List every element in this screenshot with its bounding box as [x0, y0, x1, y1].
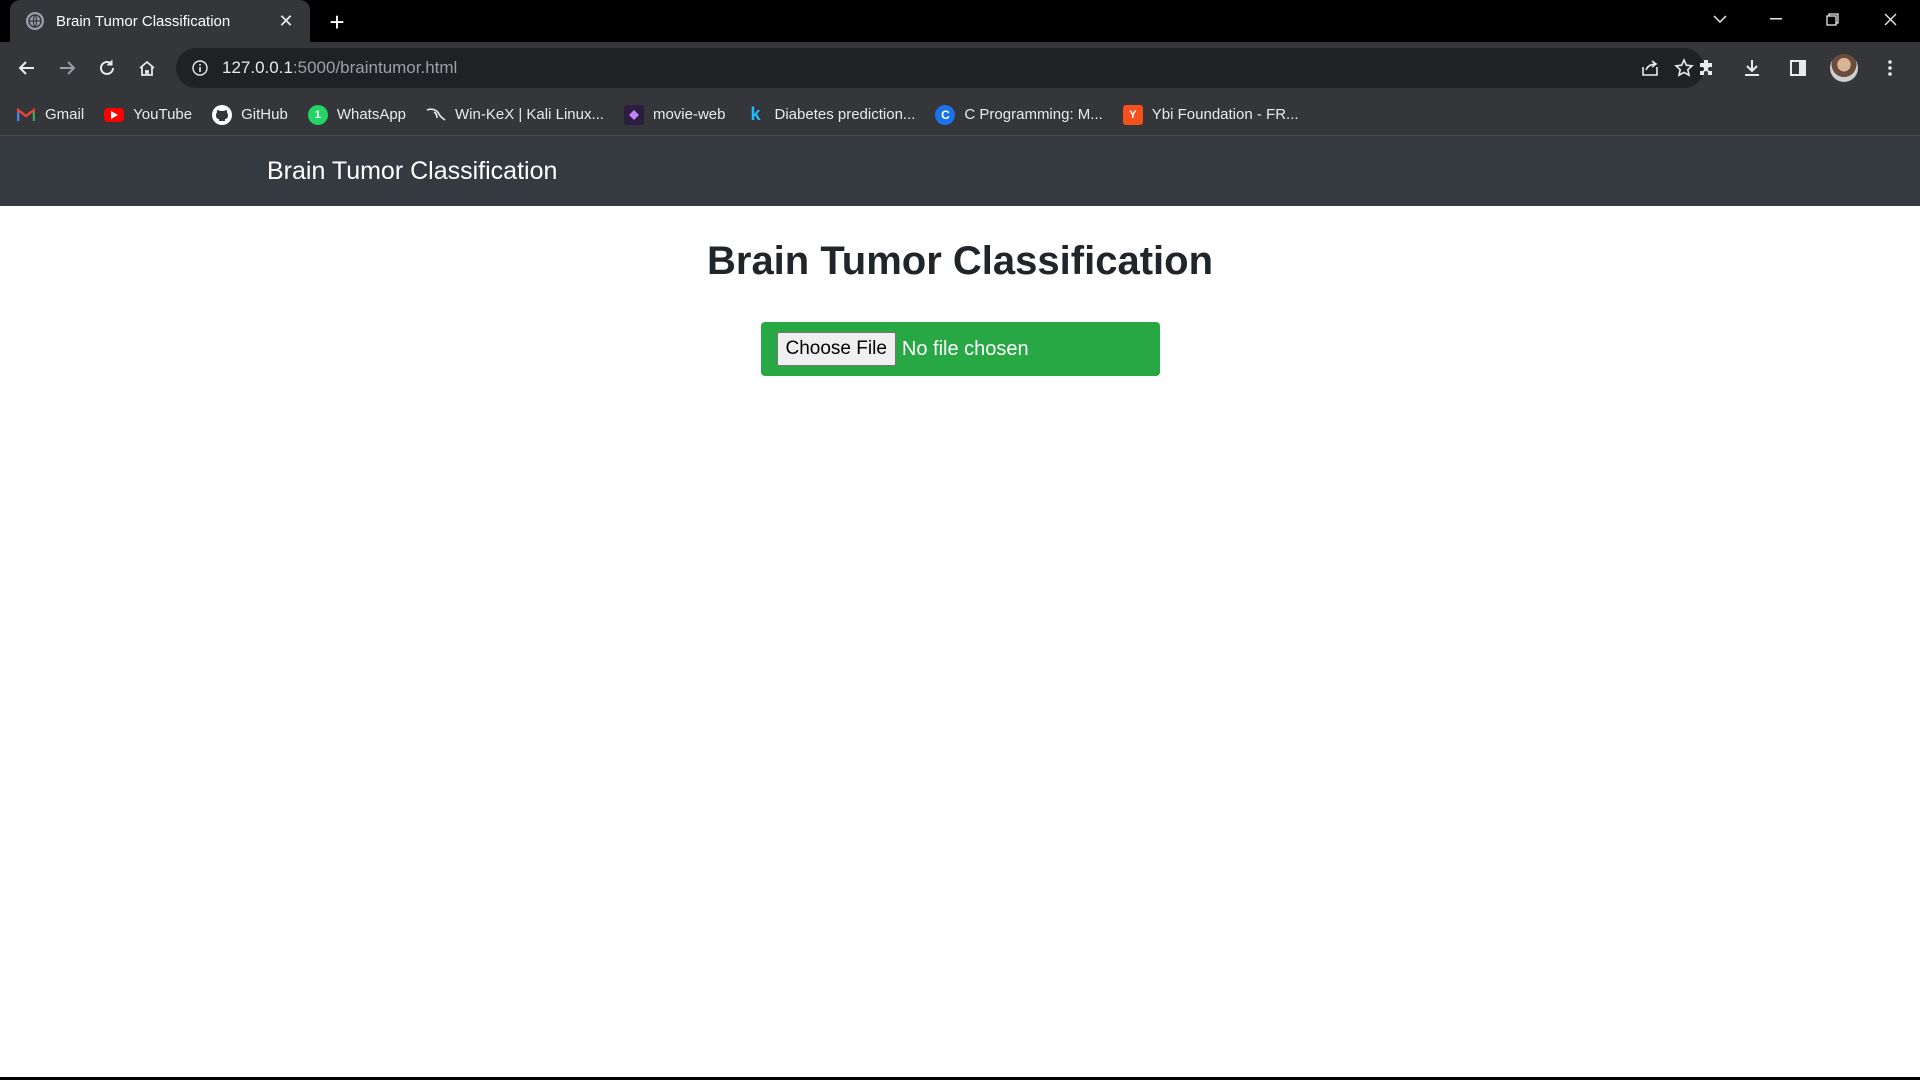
browser-chrome: Brain Tumor Classification ✕ + 127.0.0.1… — [0, 0, 1920, 136]
url-path: :5000/braintumor.html — [292, 58, 458, 77]
whatsapp-icon: 1 — [307, 104, 328, 125]
youtube-icon — [104, 107, 125, 122]
tab-title: Brain Tumor Classification — [56, 12, 231, 30]
new-tab-button[interactable]: + — [322, 7, 352, 37]
bookmark-label: Win-KeX | Kali Linux... — [455, 106, 604, 123]
browser-tab[interactable]: Brain Tumor Classification ✕ — [10, 0, 310, 42]
url-host: 127.0.0.1 — [222, 58, 293, 77]
bookmark-label: Gmail — [45, 106, 85, 123]
gmail-icon — [16, 105, 36, 125]
bookmark-movie-web[interactable]: movie-web — [623, 104, 726, 125]
browser-toolbar: 127.0.0.1:5000/braintumor.html — [0, 42, 1920, 94]
bookmark-label: WhatsApp — [336, 106, 407, 123]
file-upload-field[interactable]: Choose File No file chosen — [760, 322, 1160, 376]
reload-icon[interactable] — [87, 48, 127, 88]
more-menu-icon[interactable] — [1870, 48, 1910, 88]
share-icon[interactable] — [1640, 59, 1660, 77]
github-icon — [212, 104, 233, 125]
bookmark-label: GitHub — [241, 106, 288, 123]
bookmark-gmail[interactable]: Gmail — [16, 105, 84, 125]
bookmark-kali[interactable]: Win-KeX | Kali Linux... — [426, 105, 604, 125]
bookmark-youtube[interactable]: YouTube — [104, 106, 192, 123]
site-info-icon[interactable] — [192, 60, 208, 76]
address-bar[interactable]: 127.0.0.1:5000/braintumor.html — [176, 48, 1704, 88]
bookmark-diabetes[interactable]: k Diabetes prediction... — [746, 104, 916, 125]
c-programming-icon: C — [935, 104, 956, 125]
bookmark-label: Diabetes prediction... — [774, 106, 916, 123]
close-tab-icon[interactable]: ✕ — [274, 9, 298, 33]
forward-icon[interactable] — [47, 48, 87, 88]
bookmark-github[interactable]: GitHub — [212, 104, 288, 125]
ybi-icon: Y — [1122, 104, 1143, 125]
close-window-icon[interactable] — [1862, 0, 1918, 38]
restore-icon[interactable] — [1804, 0, 1860, 38]
back-icon[interactable] — [7, 48, 47, 88]
bookmark-ybi[interactable]: Y Ybi Foundation - FR... — [1122, 104, 1299, 125]
kaggle-icon: k — [750, 104, 761, 124]
navbar-brand[interactable]: Brain Tumor Classification — [267, 157, 557, 186]
bookmark-label: YouTube — [133, 106, 193, 123]
bookmark-whatsapp[interactable]: 1 WhatsApp — [307, 104, 407, 125]
file-status-text: No file chosen — [901, 337, 1029, 360]
kali-icon — [426, 105, 446, 125]
bookmark-c-programming[interactable]: C C Programming: M... — [935, 104, 1103, 125]
side-panel-icon[interactable] — [1778, 48, 1818, 88]
movie-web-icon — [623, 104, 644, 125]
globe-icon — [26, 12, 44, 30]
extensions-icon[interactable] — [1686, 48, 1726, 88]
bookmark-label: Ybi Foundation - FR... — [1151, 106, 1299, 123]
home-icon[interactable] — [127, 48, 167, 88]
download-icon[interactable] — [1732, 48, 1772, 88]
profile-avatar[interactable] — [1824, 48, 1864, 88]
minimize-icon[interactable] — [1748, 0, 1804, 38]
tab-search-icon[interactable] — [1692, 0, 1748, 38]
page-title: Brain Tumor Classification — [706, 239, 1213, 283]
main-content: Brain Tumor Classification Choose File N… — [0, 206, 1920, 376]
site-navbar: Brain Tumor Classification — [0, 136, 1920, 206]
bookmark-label: C Programming: M... — [964, 106, 1103, 123]
tab-strip: Brain Tumor Classification ✕ + — [0, 0, 1920, 42]
choose-file-button[interactable]: Choose File — [776, 332, 896, 366]
bookmarks-bar: Gmail YouTube GitHub 1 WhatsApp Win-KeX … — [0, 94, 1920, 136]
bookmark-label: movie-web — [652, 106, 726, 123]
